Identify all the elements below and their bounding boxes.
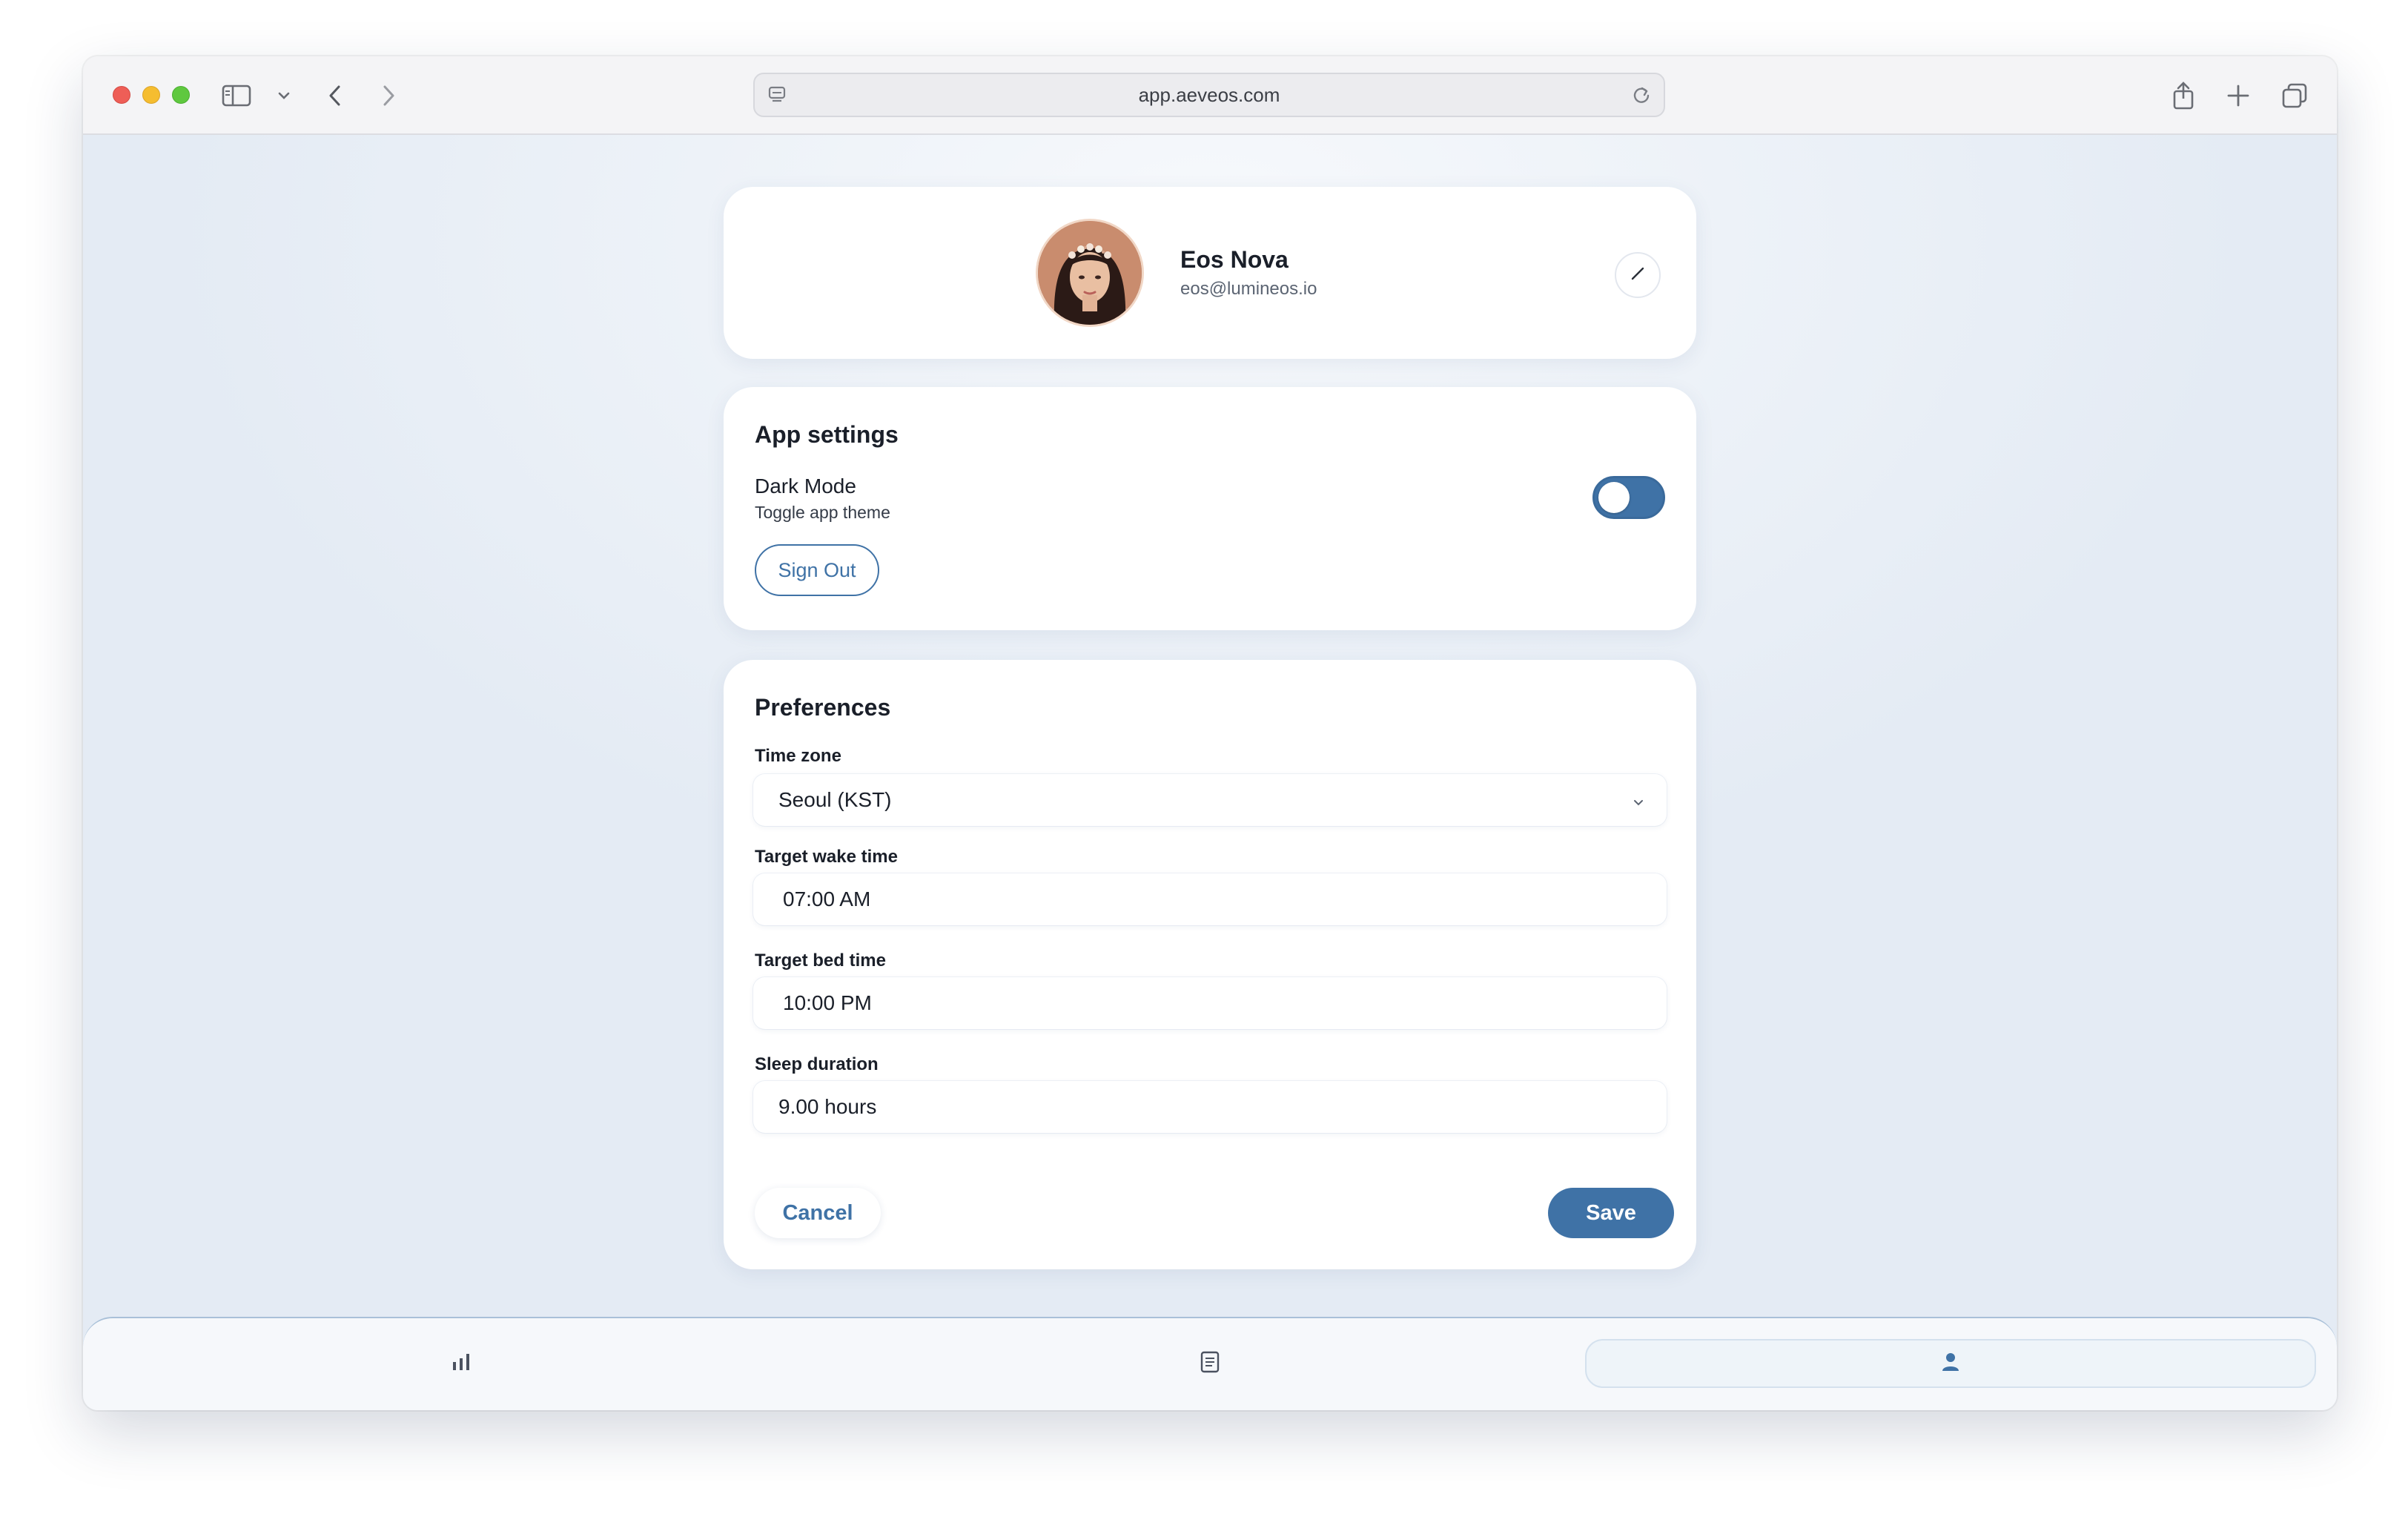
time-zone-value: Seoul (KST)	[778, 788, 892, 811]
tab-overview-icon[interactable]	[2276, 76, 2313, 116]
share-icon[interactable]	[2165, 76, 2202, 116]
sleep-duration-label: Sleep duration	[755, 1054, 879, 1074]
new-tab-plus-icon[interactable]	[2220, 76, 2257, 116]
wake-time-input[interactable]: 07:00 AM	[753, 873, 1667, 925]
app-settings-card: App settings Dark Mode Toggle app theme …	[724, 387, 1696, 630]
chevron-down-icon	[1631, 792, 1646, 816]
bed-time-input[interactable]: 10:00 PM	[753, 977, 1667, 1029]
dark-mode-toggle[interactable]	[1592, 476, 1665, 519]
document-icon	[1199, 1350, 1221, 1378]
bottom-navigation	[83, 1317, 2337, 1410]
bed-time-value: 10:00 PM	[783, 991, 872, 1014]
sidebar-toggle-icon[interactable]	[218, 76, 255, 116]
app-settings-title: App settings	[755, 421, 899, 448]
close-window-button[interactable]	[113, 86, 130, 104]
save-button[interactable]: Save	[1548, 1188, 1674, 1238]
cancel-button[interactable]: Cancel	[755, 1188, 881, 1238]
bed-time-label: Target bed time	[755, 951, 886, 971]
wake-time-value: 07:00 AM	[783, 887, 871, 910]
profile-name: Eos Nova	[1180, 246, 1289, 273]
person-icon	[1940, 1351, 1961, 1377]
address-bar[interactable]: app.aeveos.com	[753, 73, 1665, 117]
sign-out-button[interactable]: Sign Out	[755, 544, 879, 596]
preferences-title: Preferences	[755, 694, 891, 721]
browser-toolbar: app.aeveos.com	[83, 56, 2337, 135]
nav-item-stats[interactable]	[439, 1339, 483, 1388]
toggle-knob	[1598, 482, 1630, 513]
avatar	[1038, 221, 1142, 325]
bar-chart-icon	[450, 1351, 472, 1377]
back-arrow-icon[interactable]	[320, 76, 350, 116]
minimize-window-button[interactable]	[142, 86, 160, 104]
nav-item-profile[interactable]	[1585, 1339, 2316, 1388]
maximize-window-button[interactable]	[172, 86, 190, 104]
time-zone-label: Time zone	[755, 746, 841, 766]
url-text: app.aeveos.com	[1138, 83, 1280, 106]
sleep-duration-value: 9.00 hours	[778, 1095, 877, 1118]
edit-profile-button[interactable]	[1615, 252, 1661, 298]
time-zone-select[interactable]: Seoul (KST)	[753, 774, 1667, 826]
page-settings-icon[interactable]	[767, 85, 787, 110]
dark-mode-description: Toggle app theme	[755, 503, 890, 522]
chevron-down-icon[interactable]	[273, 76, 295, 116]
app-content: Eos Nova eos@lumineos.io App settings Da…	[83, 135, 2337, 1410]
nav-item-journal[interactable]	[1188, 1339, 1232, 1388]
pencil-icon	[1629, 265, 1647, 286]
browser-window: app.aeveos.com Eos Nova eos@lumineos.io …	[83, 56, 2337, 1410]
forward-arrow-icon[interactable]	[374, 76, 403, 116]
dark-mode-label: Dark Mode	[755, 475, 856, 497]
sleep-duration-input[interactable]: 9.00 hours	[753, 1081, 1667, 1133]
wake-time-label: Target wake time	[755, 847, 898, 867]
profile-card: Eos Nova eos@lumineos.io	[724, 187, 1696, 359]
reload-icon[interactable]	[1631, 85, 1652, 110]
preferences-card: Preferences Time zone Seoul (KST) Target…	[724, 660, 1696, 1269]
profile-email: eos@lumineos.io	[1180, 279, 1317, 299]
